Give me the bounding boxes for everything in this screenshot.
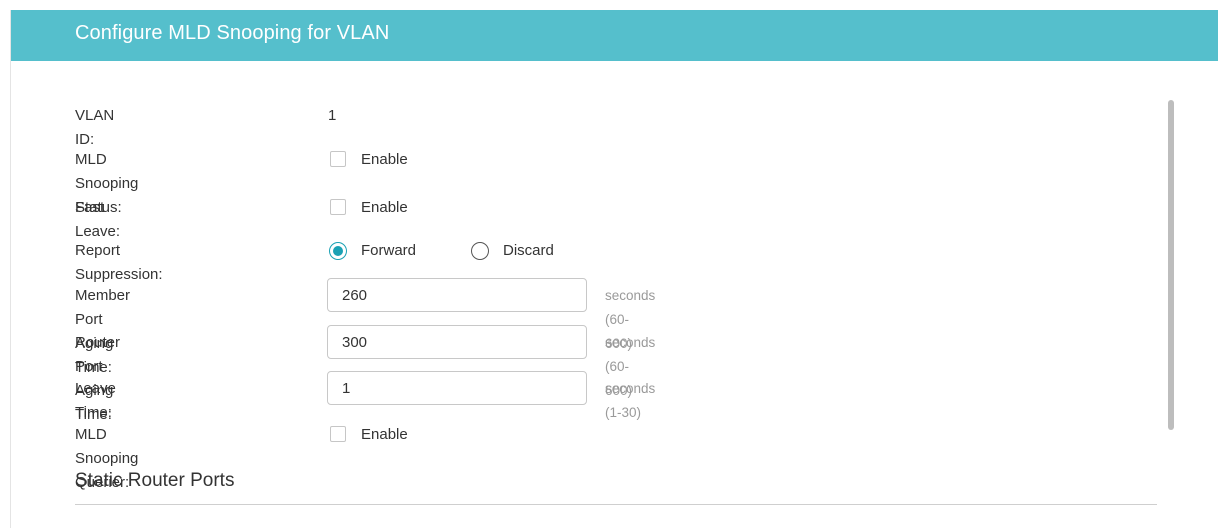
mld-snooping-status-checkbox[interactable] — [330, 151, 346, 167]
router-port-aging-time-input[interactable] — [327, 325, 587, 359]
fast-leave-enable-label[interactable]: Enable — [361, 196, 408, 220]
mld-snooping-querier-enable-label[interactable]: Enable — [361, 423, 408, 447]
dialog-header: Configure MLD Snooping for VLAN — [11, 10, 1218, 61]
leave-time-input[interactable] — [327, 371, 587, 405]
report-suppression-discard-radio[interactable] — [471, 242, 489, 260]
report-suppression-forward-label[interactable]: Forward — [361, 239, 416, 263]
fast-leave-label: Fast Leave: — [75, 199, 121, 240]
member-port-aging-time-input[interactable] — [327, 278, 587, 312]
report-suppression-label: Report Suppression: — [75, 242, 163, 283]
leave-time-label: Leave Time: — [75, 380, 116, 421]
mld-snooping-querier-checkbox[interactable] — [330, 426, 346, 442]
vlan-id-value: 1 — [328, 107, 337, 124]
vertical-scrollbar[interactable] — [1168, 100, 1174, 430]
static-router-ports-title: Static Router Ports — [75, 470, 235, 491]
radio-selected-dot — [333, 246, 343, 256]
section-divider — [75, 504, 1157, 505]
mld-snooping-status-enable-label[interactable]: Enable — [361, 148, 408, 172]
vlan-id-label: VLAN ID: — [75, 107, 115, 148]
report-suppression-forward-radio[interactable] — [329, 242, 347, 260]
leave-time-hint: seconds (1-30) — [605, 381, 656, 420]
report-suppression-discard-label[interactable]: Discard — [503, 239, 554, 263]
fast-leave-checkbox[interactable] — [330, 199, 346, 215]
dialog-title: Configure MLD Snooping for VLAN — [75, 22, 390, 44]
mld-snooping-vlan-dialog: Configure MLD Snooping for VLAN VLAN ID:… — [10, 10, 1218, 528]
